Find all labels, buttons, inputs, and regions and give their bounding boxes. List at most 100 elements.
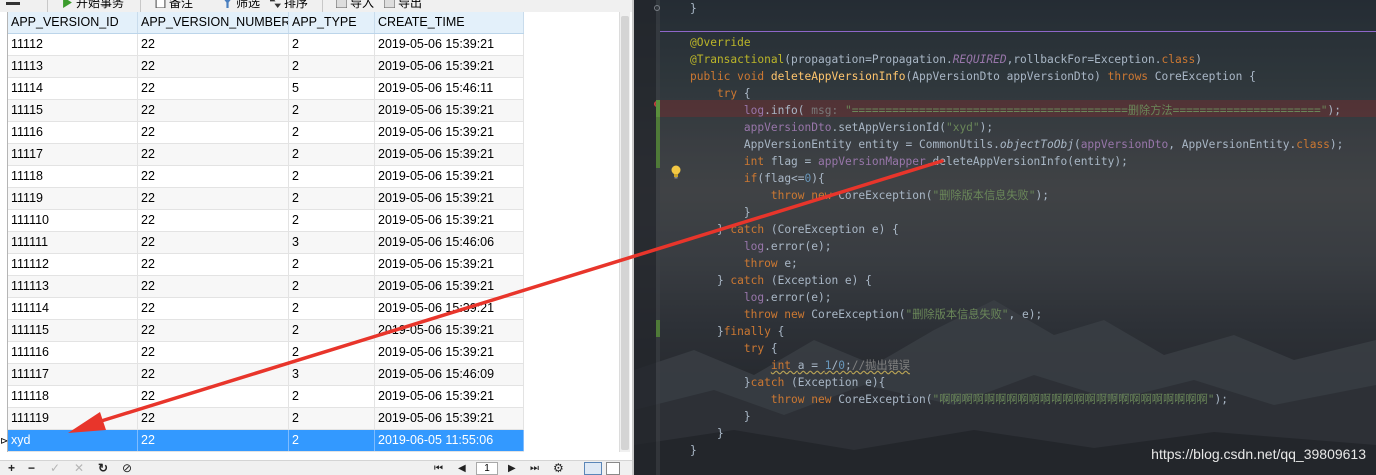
table-cell[interactable]: 2 — [289, 122, 375, 143]
table-cell[interactable]: 2 — [289, 210, 375, 231]
table-row[interactable]: 111112 22 2 2019-05-06 15:39:21 — [8, 254, 524, 276]
table-row[interactable]: 111118 22 2 2019-05-06 15:39:21 — [8, 386, 524, 408]
code-line[interactable]: public void deleteAppVersionInfo(AppVers… — [690, 68, 1256, 85]
table-cell[interactable]: 111116 — [8, 342, 138, 363]
code-line[interactable]: int flag = appVersionMapper.deleteAppVer… — [690, 153, 1128, 170]
table-row[interactable]: 111111 22 3 2019-05-06 15:46:06 — [8, 232, 524, 254]
table-row[interactable]: 11114 22 5 2019-05-06 15:46:11 — [8, 78, 524, 100]
table-cell[interactable]: 22 — [138, 364, 289, 385]
lightbulb-icon[interactable] — [670, 165, 682, 179]
code-line[interactable]: } catch (CoreException e) { — [690, 221, 899, 238]
fold-marker[interactable] — [654, 5, 660, 11]
prev-page-button[interactable]: ◀ — [458, 461, 466, 475]
table-cell[interactable]: 11115 — [8, 100, 138, 121]
table-cell[interactable]: 2019-05-06 15:39:21 — [375, 386, 524, 407]
table-cell[interactable]: 111115 — [8, 320, 138, 341]
column-header-create-time[interactable]: CREATE_TIME — [375, 12, 524, 33]
table-cell[interactable]: 2019-05-06 15:39:21 — [375, 144, 524, 165]
table-cell[interactable]: 2 — [289, 320, 375, 341]
code-line[interactable]: }finally { — [690, 323, 784, 340]
code-line[interactable]: AppVersionEntity entity = CommonUtils.ob… — [690, 136, 1344, 153]
column-header-app-version-number[interactable]: APP_VERSION_NUMBER — [138, 12, 289, 33]
code-editor[interactable]: } @Override @Transactional(propagation=Pro… — [634, 0, 1376, 475]
grid-view-button[interactable] — [584, 462, 602, 475]
table-cell[interactable]: 11114 — [8, 78, 138, 99]
table-cell[interactable]: 2019-05-06 15:39:21 — [375, 298, 524, 319]
export-button[interactable]: 导出 — [384, 0, 422, 11]
menu-icon[interactable] — [6, 0, 20, 5]
table-cell[interactable]: 2019-05-06 15:39:21 — [375, 320, 524, 341]
note-button[interactable]: 备注 — [155, 0, 193, 11]
table-cell[interactable]: 11119 — [8, 188, 138, 209]
table-cell[interactable]: 2019-05-06 15:39:21 — [375, 34, 524, 55]
table-row[interactable]: 111116 22 2 2019-05-06 15:39:21 — [8, 342, 524, 364]
code-line[interactable]: throw new CoreException("删除版本信息失败"); — [690, 187, 1049, 204]
table-cell[interactable]: 2 — [289, 408, 375, 429]
table-cell[interactable]: 22 — [138, 386, 289, 407]
table-cell[interactable]: 3 — [289, 364, 375, 385]
code-line[interactable]: log.info( msg: "========================… — [690, 102, 1341, 119]
column-header-app-version-id[interactable]: APP_VERSION_ID — [8, 12, 138, 33]
code-line[interactable]: }catch (Exception e){ — [690, 374, 885, 391]
table-cell[interactable]: 2 — [289, 254, 375, 275]
first-page-button[interactable]: ⏮ — [434, 461, 443, 475]
table-cell[interactable]: 111114 — [8, 298, 138, 319]
table-cell[interactable]: 22 — [138, 276, 289, 297]
code-line[interactable]: if(flag<=0){ — [690, 170, 825, 187]
table-cell[interactable]: 22 — [138, 78, 289, 99]
last-page-button[interactable]: ⏭ — [530, 461, 539, 475]
code-line[interactable]: throw new CoreException("删除版本信息失败", e); — [690, 306, 1042, 323]
table-row[interactable]: 11117 22 2 2019-05-06 15:39:21 — [8, 144, 524, 166]
table-cell[interactable]: 2 — [289, 34, 375, 55]
table-cell[interactable]: 2 — [289, 188, 375, 209]
table-cell[interactable]: 22 — [138, 188, 289, 209]
table-cell[interactable]: 22 — [138, 342, 289, 363]
settings-gear-icon[interactable]: ⚙ — [553, 461, 564, 475]
code-line[interactable]: appVersionDto.setAppVersionId("xyd"); — [690, 119, 993, 136]
table-cell[interactable]: 2 — [289, 56, 375, 77]
table-cell[interactable]: 22 — [138, 430, 289, 451]
table-cell[interactable]: 2 — [289, 100, 375, 121]
table-cell[interactable]: 2019-05-06 15:39:21 — [375, 276, 524, 297]
table-cell[interactable]: xyd — [8, 430, 138, 451]
selected-table-row[interactable]: xyd 22 2 2019-06-05 11:55:06 — [8, 430, 524, 452]
table-cell[interactable]: 2 — [289, 144, 375, 165]
code-line[interactable]: log.error(e); — [690, 289, 832, 306]
code-line[interactable]: try { — [690, 340, 778, 357]
table-row[interactable]: 111110 22 2 2019-05-06 15:39:21 — [8, 210, 524, 232]
table-cell[interactable]: 22 — [138, 56, 289, 77]
add-record-button[interactable]: + — [8, 461, 15, 475]
table-cell[interactable]: 2 — [289, 276, 375, 297]
table-cell[interactable]: 111118 — [8, 386, 138, 407]
table-cell[interactable]: 2019-05-06 15:46:11 — [375, 78, 524, 99]
table-cell[interactable]: 2019-05-06 15:39:21 — [375, 254, 524, 275]
code-line[interactable]: log.error(e); — [690, 238, 832, 255]
column-header-app-type[interactable]: APP_TYPE — [289, 12, 375, 33]
code-line[interactable]: } catch (Exception e) { — [690, 272, 872, 289]
table-cell[interactable]: 111111 — [8, 232, 138, 253]
refresh-icon[interactable]: ↻ — [98, 461, 108, 475]
table-row[interactable]: 11116 22 2 2019-05-06 15:39:21 — [8, 122, 524, 144]
table-row[interactable]: 11115 22 2 2019-05-06 15:39:21 — [8, 100, 524, 122]
table-cell[interactable]: 22 — [138, 144, 289, 165]
table-cell[interactable]: 2019-05-06 15:39:21 — [375, 342, 524, 363]
next-page-button[interactable]: ▶ — [508, 461, 516, 475]
table-cell[interactable]: 2 — [289, 166, 375, 187]
table-cell[interactable]: 22 — [138, 166, 289, 187]
stop-icon[interactable]: ⊘ — [122, 461, 132, 475]
table-cell[interactable]: 11117 — [8, 144, 138, 165]
vertical-scrollbar[interactable] — [619, 12, 630, 452]
table-cell[interactable]: 111112 — [8, 254, 138, 275]
code-line[interactable]: throw new CoreException("啊啊啊啊啊啊啊啊啊啊啊啊啊啊啊… — [690, 391, 1228, 408]
code-line[interactable]: } — [690, 408, 751, 425]
table-cell[interactable]: 111119 — [8, 408, 138, 429]
table-row[interactable]: 111114 22 2 2019-05-06 15:39:21 — [8, 298, 524, 320]
code-line[interactable]: @Transactional(propagation=Propagation.R… — [690, 51, 1202, 68]
sort-button[interactable]: 排序 — [270, 0, 308, 11]
table-row[interactable]: 111117 22 3 2019-05-06 15:46:09 — [8, 364, 524, 386]
table-cell[interactable]: 2019-05-06 15:46:09 — [375, 364, 524, 385]
table-cell[interactable]: 2019-05-06 15:39:21 — [375, 56, 524, 77]
table-cell[interactable]: 111117 — [8, 364, 138, 385]
table-cell[interactable]: 2019-05-06 15:39:21 — [375, 188, 524, 209]
code-line[interactable]: } — [690, 0, 697, 17]
